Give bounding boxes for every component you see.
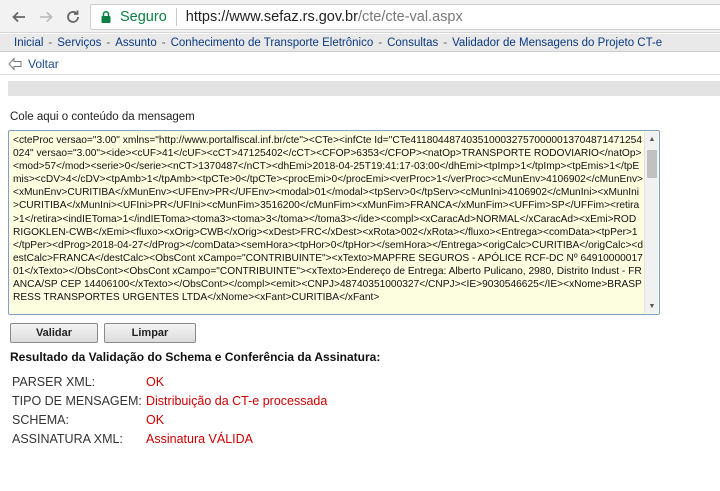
result-title: Resultado da Validação do Schema e Confe… bbox=[10, 350, 381, 364]
xml-content: <cteProc versao="3.00" xmlns="http://www… bbox=[13, 135, 643, 304]
url-path: /cte/cte-val.aspx bbox=[357, 9, 463, 25]
breadcrumb-cte[interactable]: Conhecimento de Transporte Eletrônico bbox=[171, 37, 374, 49]
result-value: Distribuição da CT-e processada bbox=[146, 393, 328, 408]
result-key: ASSINATURA XML: bbox=[12, 431, 123, 446]
breadcrumb-separator: - bbox=[443, 36, 448, 49]
url-divider bbox=[175, 8, 177, 26]
breadcrumb: Inicial - Serviços - Assunto - Conhecime… bbox=[0, 34, 720, 52]
result-table: PARSER XML: OK TIPO DE MENSAGEM: Distrib… bbox=[12, 372, 327, 448]
result-row: ASSINATURA XML: Assinatura VÁLIDA bbox=[12, 429, 327, 448]
breadcrumb-separator: - bbox=[161, 36, 166, 49]
secure-label: Seguro bbox=[120, 9, 167, 25]
result-value: OK bbox=[146, 412, 165, 427]
result-key: TIPO DE MENSAGEM: bbox=[12, 393, 142, 408]
breadcrumb-validador[interactable]: Validador de Mensagens do Projeto CT-e bbox=[452, 37, 662, 49]
breadcrumb-assunto[interactable]: Assunto bbox=[115, 37, 157, 49]
browser-forward-icon[interactable] bbox=[35, 6, 57, 28]
scroll-up-icon[interactable]: ▲ bbox=[645, 132, 659, 146]
scrollbar-thumb[interactable] bbox=[647, 150, 657, 178]
browser-toolbar: Seguro https://www.sefaz.rs.gov.br/cte/c… bbox=[0, 0, 720, 33]
url-host: https://www.sefaz.rs.gov.br bbox=[185, 9, 358, 25]
breadcrumb-servicos[interactable]: Serviços bbox=[57, 37, 101, 49]
textarea-scrollbar[interactable]: ▲ ▼ bbox=[644, 132, 658, 313]
divider bbox=[0, 74, 720, 75]
breadcrumb-inicial[interactable]: Inicial bbox=[14, 37, 43, 49]
result-row: SCHEMA: OK bbox=[12, 410, 327, 429]
header-bar bbox=[8, 81, 720, 96]
xml-message-textarea[interactable]: <cteProc versao="3.00" xmlns="http://www… bbox=[8, 130, 660, 315]
validate-button[interactable]: Validar bbox=[10, 323, 98, 343]
breadcrumb-separator: - bbox=[378, 36, 383, 49]
lock-icon bbox=[101, 10, 111, 23]
result-row: TIPO DE MENSAGEM: Distribuição da CT-e p… bbox=[12, 391, 327, 410]
address-bar[interactable]: Seguro https://www.sefaz.rs.gov.br/cte/c… bbox=[90, 4, 720, 30]
result-row: PARSER XML: OK bbox=[12, 372, 327, 391]
clear-button[interactable]: Limpar bbox=[104, 323, 196, 343]
scroll-down-icon[interactable]: ▼ bbox=[645, 299, 659, 313]
back-link[interactable]: Voltar bbox=[8, 56, 59, 72]
result-key: PARSER XML: bbox=[12, 374, 96, 389]
breadcrumb-separator: - bbox=[106, 36, 111, 49]
result-key: SCHEMA: bbox=[12, 412, 69, 427]
back-link-label: Voltar bbox=[28, 57, 59, 71]
result-value: OK bbox=[146, 374, 165, 389]
result-value: Assinatura VÁLIDA bbox=[146, 431, 253, 446]
back-arrow-icon bbox=[8, 57, 22, 71]
breadcrumb-separator: - bbox=[48, 36, 53, 49]
breadcrumb-consultas[interactable]: Consultas bbox=[387, 37, 438, 49]
browser-reload-icon[interactable] bbox=[62, 6, 84, 28]
input-label: Cole aqui o conteúdo da mensagem bbox=[10, 111, 195, 123]
browser-back-icon[interactable] bbox=[8, 6, 30, 28]
